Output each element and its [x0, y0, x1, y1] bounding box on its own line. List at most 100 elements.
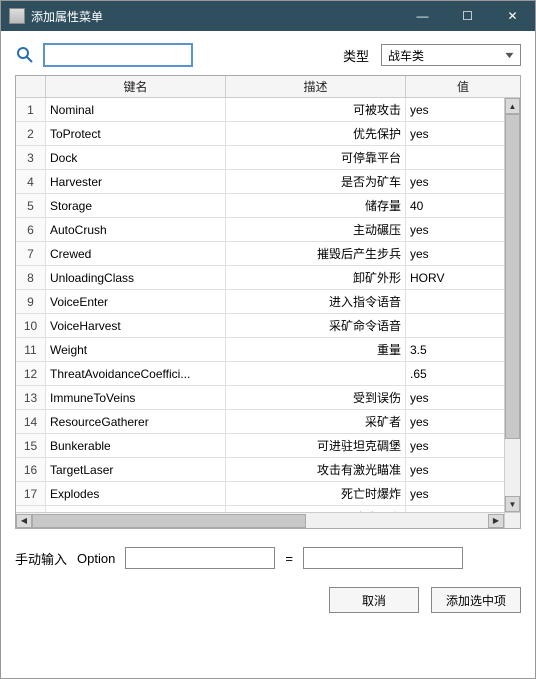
- grid-header: 键名 描述 值: [16, 76, 520, 98]
- row-num: 2: [16, 122, 46, 145]
- search-icon: [15, 45, 35, 65]
- row-key: Dock: [46, 146, 226, 169]
- app-icon: [9, 8, 25, 24]
- hscroll-track[interactable]: [32, 514, 488, 528]
- table-row[interactable]: 6AutoCrush主动碾压yes: [16, 218, 520, 242]
- row-num: 1: [16, 98, 46, 121]
- scroll-left-icon[interactable]: ◀: [16, 514, 32, 528]
- row-desc: 进入指令语音: [226, 290, 406, 313]
- row-key: Harvester: [46, 170, 226, 193]
- col-header-desc[interactable]: 描述: [226, 76, 406, 97]
- row-key: VoiceEnter: [46, 290, 226, 313]
- row-desc: [226, 362, 406, 385]
- hscroll-thumb[interactable]: [32, 514, 306, 528]
- row-num: 12: [16, 362, 46, 385]
- row-key: AutoCrush: [46, 218, 226, 241]
- maximize-button[interactable]: ☐: [445, 1, 490, 31]
- vertical-scrollbar[interactable]: ▲ ▼: [504, 98, 520, 512]
- row-key: Explodes: [46, 482, 226, 505]
- table-row[interactable]: 9VoiceEnter进入指令语音: [16, 290, 520, 314]
- window-title: 添加属性菜单: [31, 8, 400, 25]
- manual-key-input[interactable]: [125, 547, 275, 569]
- row-value: yes: [406, 386, 520, 409]
- row-key: ThreatAvoidanceCoeffici...: [46, 362, 226, 385]
- scroll-right-icon[interactable]: ▶: [488, 514, 504, 528]
- row-value: [406, 146, 520, 169]
- row-num: 4: [16, 170, 46, 193]
- row-desc: 可停靠平台: [226, 146, 406, 169]
- type-selected-value: 战车类: [388, 47, 424, 64]
- cancel-button[interactable]: 取消: [329, 587, 419, 613]
- row-num: 9: [16, 290, 46, 313]
- row-num: 11: [16, 338, 46, 361]
- row-key: UnloadingClass: [46, 266, 226, 289]
- search-input[interactable]: [43, 43, 193, 67]
- table-row[interactable]: 5Storage储存量40: [16, 194, 520, 218]
- table-row[interactable]: 7Crewed摧毁后产生步兵yes: [16, 242, 520, 266]
- row-key: Bunkerable: [46, 434, 226, 457]
- row-desc: 储存量: [226, 194, 406, 217]
- dialog-window: 添加属性菜单 — ☐ ✕ 类型 战车类 ▼ 键名 描述 值 1Nominal: [0, 0, 536, 679]
- equals-label: =: [285, 551, 293, 566]
- close-button[interactable]: ✕: [490, 1, 535, 31]
- table-row[interactable]: 10VoiceHarvest采矿命令语音: [16, 314, 520, 338]
- row-num: 14: [16, 410, 46, 433]
- row-desc: 是否为矿车: [226, 170, 406, 193]
- type-label: 类型: [343, 46, 369, 65]
- add-selected-button[interactable]: 添加选中项: [431, 587, 521, 613]
- table-row[interactable]: 14ResourceGatherer采矿者yes: [16, 410, 520, 434]
- row-num: 3: [16, 146, 46, 169]
- type-select[interactable]: 战车类 ▼: [381, 44, 521, 66]
- table-row[interactable]: 16TargetLaser攻击有激光瞄准yes: [16, 458, 520, 482]
- row-num: 16: [16, 458, 46, 481]
- row-desc: 采矿命令语音: [226, 314, 406, 337]
- row-num: 5: [16, 194, 46, 217]
- row-desc: 主动碾压: [226, 218, 406, 241]
- table-row[interactable]: 4Harvester是否为矿车yes: [16, 170, 520, 194]
- row-desc: 采矿者: [226, 410, 406, 433]
- button-row: 取消 添加选中项: [15, 587, 521, 613]
- table-row[interactable]: 8UnloadingClass卸矿外形HORV: [16, 266, 520, 290]
- manual-value-input[interactable]: [303, 547, 463, 569]
- row-key: Crewed: [46, 242, 226, 265]
- scroll-down-icon[interactable]: ▼: [505, 496, 520, 512]
- row-value: 3.5: [406, 338, 520, 361]
- row-key: Storage: [46, 194, 226, 217]
- table-row[interactable]: 1Nominal可被攻击yes: [16, 98, 520, 122]
- table-row[interactable]: 13ImmuneToVeins受到误伤yes: [16, 386, 520, 410]
- attributes-grid: 键名 描述 值 1Nominal可被攻击yes2ToProtect优先保护yes…: [15, 75, 521, 529]
- row-desc: 可被攻击: [226, 98, 406, 121]
- row-key: VoiceHarvest: [46, 314, 226, 337]
- col-header-num[interactable]: [16, 76, 46, 97]
- col-header-key[interactable]: 键名: [46, 76, 226, 97]
- row-desc: 死亡时爆炸: [226, 482, 406, 505]
- row-value: yes: [406, 410, 520, 433]
- row-value: yes: [406, 242, 520, 265]
- row-desc: 可进驻坦克碉堡: [226, 434, 406, 457]
- manual-label: 手动输入: [15, 549, 67, 568]
- row-num: 13: [16, 386, 46, 409]
- row-desc: 优先保护: [226, 122, 406, 145]
- table-row[interactable]: 2ToProtect优先保护yes: [16, 122, 520, 146]
- vscroll-track[interactable]: [505, 114, 520, 496]
- row-num: 10: [16, 314, 46, 337]
- horizontal-scrollbar[interactable]: ◀ ▶: [16, 512, 504, 528]
- table-row[interactable]: 3Dock可停靠平台: [16, 146, 520, 170]
- row-key: Nominal: [46, 98, 226, 121]
- row-num: 6: [16, 218, 46, 241]
- row-value: [406, 314, 520, 337]
- table-row[interactable]: 17Explodes死亡时爆炸yes: [16, 482, 520, 506]
- row-num: 7: [16, 242, 46, 265]
- table-row[interactable]: 15Bunkerable可进驻坦克碉堡yes: [16, 434, 520, 458]
- table-row[interactable]: 12ThreatAvoidanceCoeffici....65: [16, 362, 520, 386]
- minimize-button[interactable]: —: [400, 1, 445, 31]
- vscroll-thumb[interactable]: [505, 114, 520, 439]
- row-key: ImmuneToVeins: [46, 386, 226, 409]
- table-row[interactable]: 11Weight重量3.5: [16, 338, 520, 362]
- title-bar[interactable]: 添加属性菜单 — ☐ ✕: [1, 1, 535, 31]
- grid-body[interactable]: 1Nominal可被攻击yes2ToProtect优先保护yes3Dock可停靠…: [16, 98, 520, 512]
- row-num: 8: [16, 266, 46, 289]
- option-label: Option: [77, 551, 115, 566]
- col-header-val[interactable]: 值: [406, 76, 520, 97]
- scroll-up-icon[interactable]: ▲: [505, 98, 520, 114]
